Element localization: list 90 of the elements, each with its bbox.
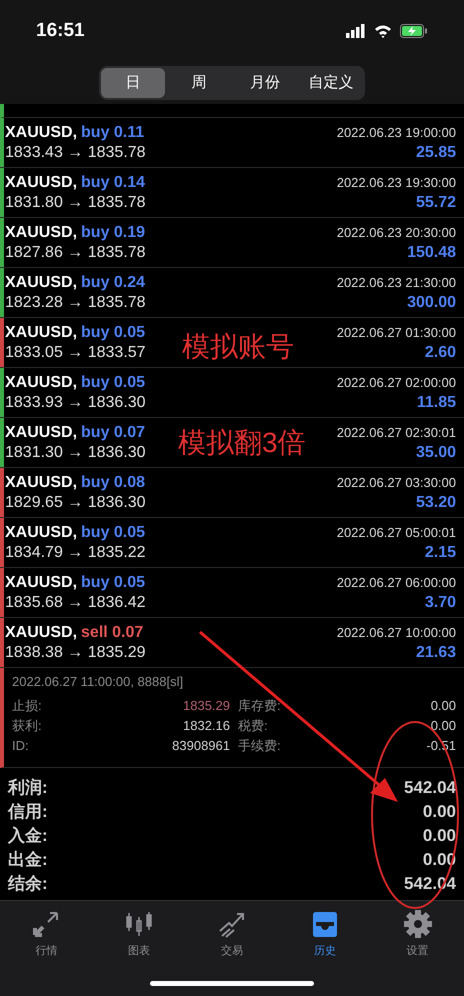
deal-profit: 11.85 bbox=[416, 392, 456, 412]
deal-profit: 21.63 bbox=[416, 642, 456, 662]
wifi-icon bbox=[374, 24, 392, 38]
field-value: 1835.29 bbox=[183, 697, 230, 715]
symbol-label: XAUUSD, bbox=[5, 172, 78, 192]
annotation-text: 模拟翻3倍 bbox=[178, 426, 306, 460]
deal-action: buy 0.05 bbox=[81, 322, 146, 342]
deal-profit: 55.72 bbox=[416, 192, 456, 212]
field-label: ID: bbox=[12, 737, 29, 755]
bottom-tab[interactable]: 图表 bbox=[104, 909, 174, 960]
field-label: 税费: bbox=[238, 717, 268, 735]
field-label: 获利: bbox=[12, 717, 42, 735]
bottom-tab[interactable]: 设置 bbox=[382, 909, 453, 960]
deal-time: 2022.06.27 01:30:00 bbox=[336, 324, 456, 342]
deal-action: buy 0.05 bbox=[81, 522, 146, 542]
deal-prices: 1823.28 → 1835.78 bbox=[5, 292, 146, 312]
period-tab[interactable]: 日 bbox=[101, 68, 165, 98]
deal-profit: 150.48 bbox=[407, 242, 456, 262]
symbol-label: XAUUSD, bbox=[5, 572, 78, 592]
deal-time: 2022.06.23 21:30:00 bbox=[336, 274, 456, 292]
period-tab[interactable]: 自定义 bbox=[299, 68, 363, 98]
deal-action: buy 0.05 bbox=[81, 372, 146, 392]
deal-profit: 35.00 bbox=[416, 442, 456, 462]
summary-value: 542.04 bbox=[404, 777, 456, 799]
summary-label: 出金: bbox=[8, 849, 48, 871]
field-value: 0.00 bbox=[430, 717, 456, 735]
summary-label: 利润: bbox=[8, 777, 48, 799]
deal-prices: 1833.43 → 1835.78 bbox=[5, 142, 146, 162]
symbol-label: XAUUSD, bbox=[5, 522, 78, 542]
symbol-label: XAUUSD, bbox=[5, 322, 78, 342]
deal-profit: 25.85 bbox=[416, 142, 456, 162]
period-tab[interactable]: 周 bbox=[167, 68, 231, 98]
deal-time: 2022.06.27 06:00:00 bbox=[336, 574, 456, 592]
deal-prices: 1829.65 → 1836.30 bbox=[5, 492, 146, 512]
symbol-label: XAUUSD, bbox=[5, 622, 78, 642]
deal-time: 2022.06.23 19:30:00 bbox=[336, 174, 456, 192]
field-label: 手续费: bbox=[238, 737, 281, 755]
deal-profit: 53.20 bbox=[416, 492, 456, 512]
deal-profit: 2.15 bbox=[424, 542, 456, 562]
deal-profit: 3.70 bbox=[424, 592, 456, 612]
deal-time: 2022.06.27 10:00:00 bbox=[336, 624, 456, 642]
deal-time: 2022.06.27 02:00:00 bbox=[336, 374, 456, 392]
deal-action: buy 0.05 bbox=[81, 572, 146, 592]
field-value: 83908961 bbox=[172, 737, 230, 755]
deal-time: 2022.06.27 03:30:00 bbox=[336, 474, 456, 492]
deal-prices: 1833.05 → 1833.57 bbox=[5, 342, 146, 362]
symbol-label: XAUUSD, bbox=[5, 422, 78, 442]
deal-time: 2022.06.27 05:00:01 bbox=[336, 524, 456, 542]
deal-profit: 300.00 bbox=[407, 292, 456, 312]
summary-label: 信用: bbox=[8, 801, 48, 823]
symbol-label: XAUUSD, bbox=[5, 372, 78, 392]
deal-prices: 1827.86 → 1835.78 bbox=[5, 242, 146, 262]
field-label: 止损: bbox=[12, 697, 42, 715]
deal-action: buy 0.11 bbox=[81, 122, 144, 142]
field-label: 库存费: bbox=[238, 697, 281, 715]
bottom-tab[interactable]: 交易 bbox=[196, 909, 267, 960]
deal-time: 2022.06.23 20:30:00 bbox=[336, 224, 456, 242]
deal-action: buy 0.08 bbox=[81, 472, 146, 492]
deal-profit: 2.60 bbox=[424, 342, 456, 362]
summary-value: 0.00 bbox=[422, 825, 456, 847]
annotation-text: 模拟账号 bbox=[182, 330, 294, 364]
close-info: 2022.06.27 11:00:00, 8888[sl] bbox=[12, 673, 184, 691]
signal-icon bbox=[346, 24, 366, 38]
deal-time: 2022.06.23 19:00:00 bbox=[336, 124, 456, 142]
deal-prices: 1835.68 → 1836.42 bbox=[5, 592, 146, 612]
deal-prices: 1833.93 → 1836.30 bbox=[5, 392, 146, 412]
deal-time: 2022.06.27 02:30:01 bbox=[336, 424, 456, 442]
deal-action: buy 0.24 bbox=[81, 272, 146, 292]
summary-label: 入金: bbox=[8, 825, 48, 847]
battery-icon bbox=[400, 24, 428, 38]
deal-prices: 1838.38 → 1835.29 bbox=[5, 642, 146, 662]
deal-action: buy 0.19 bbox=[81, 222, 146, 242]
summary-value: 0.00 bbox=[422, 801, 456, 823]
deal-prices: 1834.79 → 1835.22 bbox=[5, 542, 146, 562]
deal-action: buy 0.14 bbox=[81, 172, 146, 192]
symbol-label: XAUUSD, bbox=[5, 272, 78, 292]
deal-prices: 1831.30 → 1836.30 bbox=[5, 442, 146, 462]
field-value: 1832.16 bbox=[183, 717, 230, 735]
bottom-tab[interactable]: 历史 bbox=[290, 909, 360, 960]
field-value: 0.00 bbox=[430, 697, 456, 715]
deal-action: sell 0.07 bbox=[81, 622, 144, 642]
status-time: 16:51 bbox=[36, 18, 85, 43]
symbol-label: XAUUSD, bbox=[5, 122, 78, 142]
deal-prices: 1831.80 → 1835.78 bbox=[5, 192, 146, 212]
summary-label: 结余: bbox=[8, 873, 48, 895]
symbol-label: XAUUSD, bbox=[5, 472, 78, 492]
deal-action: buy 0.07 bbox=[81, 422, 146, 442]
symbol-label: XAUUSD, bbox=[5, 222, 78, 242]
bottom-tab[interactable]: 行情 bbox=[11, 909, 82, 960]
period-tab[interactable]: 月份 bbox=[233, 68, 297, 98]
